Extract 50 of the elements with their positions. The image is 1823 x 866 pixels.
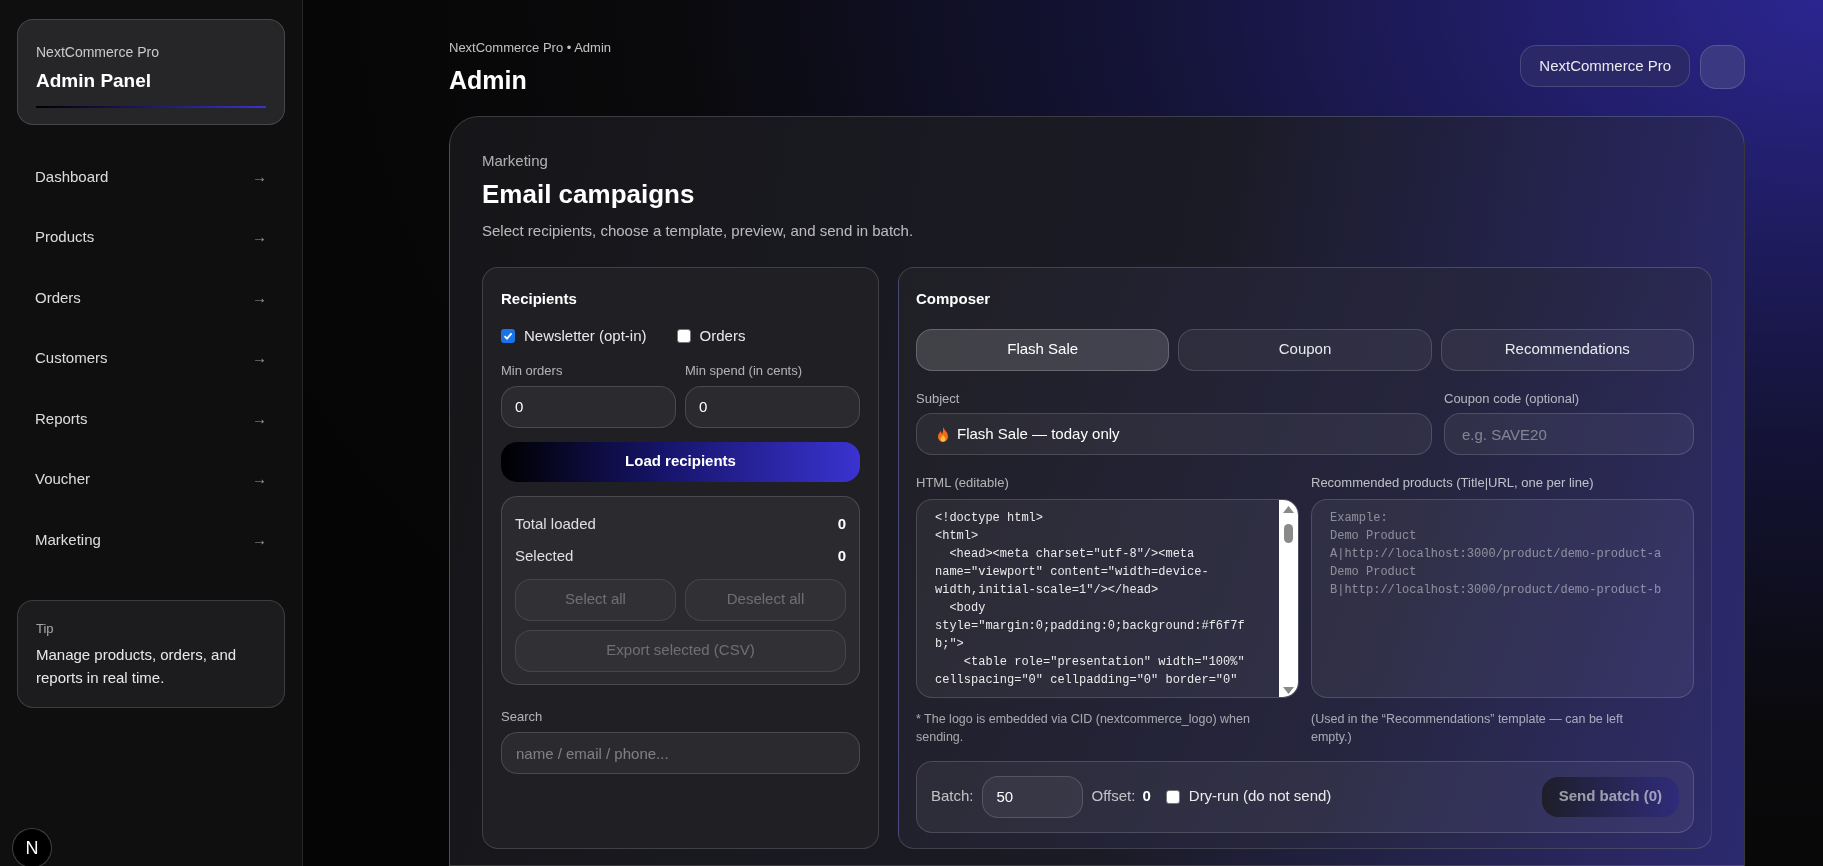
section-title: Email campaigns xyxy=(482,177,696,211)
checkbox-label: Newsletter (opt-in) xyxy=(524,325,647,346)
stat-value: 0 xyxy=(837,546,846,567)
nav-item[interactable]: Orders → xyxy=(17,267,285,328)
scrollbar[interactable] xyxy=(1279,499,1298,697)
offset-label: Offset: xyxy=(1091,786,1136,807)
subject-field[interactable]: Flash Sale — today only xyxy=(916,413,1432,455)
page-heading: Admin xyxy=(449,64,528,96)
checkbox-label: Dry-run (do not send) xyxy=(1188,786,1332,807)
brand-button[interactable]: NextCommerce Pro xyxy=(1520,45,1690,87)
breadcrumb: NextCommerce Pro • Admin xyxy=(449,39,612,57)
nav-item[interactable]: Products → xyxy=(17,207,285,268)
flame-icon xyxy=(937,426,949,442)
nav-item[interactable]: Marketing → xyxy=(17,509,285,570)
field-label: Coupon code (optional) xyxy=(1444,389,1581,408)
card-title: Composer xyxy=(916,289,992,309)
stat-value: 0 xyxy=(837,514,846,535)
template-tab[interactable]: Recommendations xyxy=(1440,328,1694,371)
brand-title: Admin Panel xyxy=(36,69,153,93)
offset-value: 0 xyxy=(1142,786,1151,807)
field-label: Min orders xyxy=(501,362,564,380)
field-label: Subject xyxy=(916,389,961,408)
template-tab[interactable]: Flash Sale xyxy=(916,328,1170,371)
nav-item[interactable]: Voucher → xyxy=(17,449,285,510)
check-icon xyxy=(503,330,513,341)
load-recipients-button[interactable]: Load recipients xyxy=(501,441,860,482)
template-tab[interactable]: Coupon xyxy=(1178,328,1432,371)
stat-label: Selected xyxy=(515,546,574,567)
html-note: * The logo is embedded via CID (nextcommerce_logo) when sending. xyxy=(916,710,1251,746)
section-eyebrow: Marketing xyxy=(482,151,549,171)
section-description: Select recipients, choose a template, preview, and send in batch. xyxy=(482,220,915,241)
nav-item[interactable]: Dashboard → xyxy=(17,146,285,207)
batch-label: Batch: xyxy=(931,786,974,807)
card-title: Recipients xyxy=(501,289,578,309)
checkbox[interactable] xyxy=(1165,789,1180,804)
field-label: Search xyxy=(501,707,544,726)
field-label: Recommended products (Title|URL, one per line) xyxy=(1311,474,1595,492)
tip-label: Tip xyxy=(36,620,55,638)
field-label: HTML (editable) xyxy=(916,474,1010,492)
field-label: Min spend (in cents) xyxy=(685,362,804,380)
recommended-note: (Used in the “Recommendations” template — can be left empty.) xyxy=(1311,710,1624,746)
checkbox-label: Orders xyxy=(699,325,746,346)
stat-label: Total loaded xyxy=(515,514,596,535)
brand-subtitle: NextCommerce Pro xyxy=(36,43,160,62)
checkbox[interactable] xyxy=(501,328,515,343)
tip-text: Manage products, orders, and reports in real time. xyxy=(36,644,238,688)
checkbox[interactable] xyxy=(676,328,691,343)
html-editor[interactable]: <!doctype html> <html> <head><meta charset="utf-8"/><meta name="viewport" content="width=device- width,initial-scale=1"/></head> <body style="margin:0;padding:0;background:#f6f7f b;"> <table role="presentation" width="100%" cellspacing="0" cellpadding="0" border="0" xyxy=(916,498,1299,698)
nav-item[interactable]: Customers → xyxy=(17,328,285,389)
nav-item[interactable]: Reports → xyxy=(17,388,285,449)
